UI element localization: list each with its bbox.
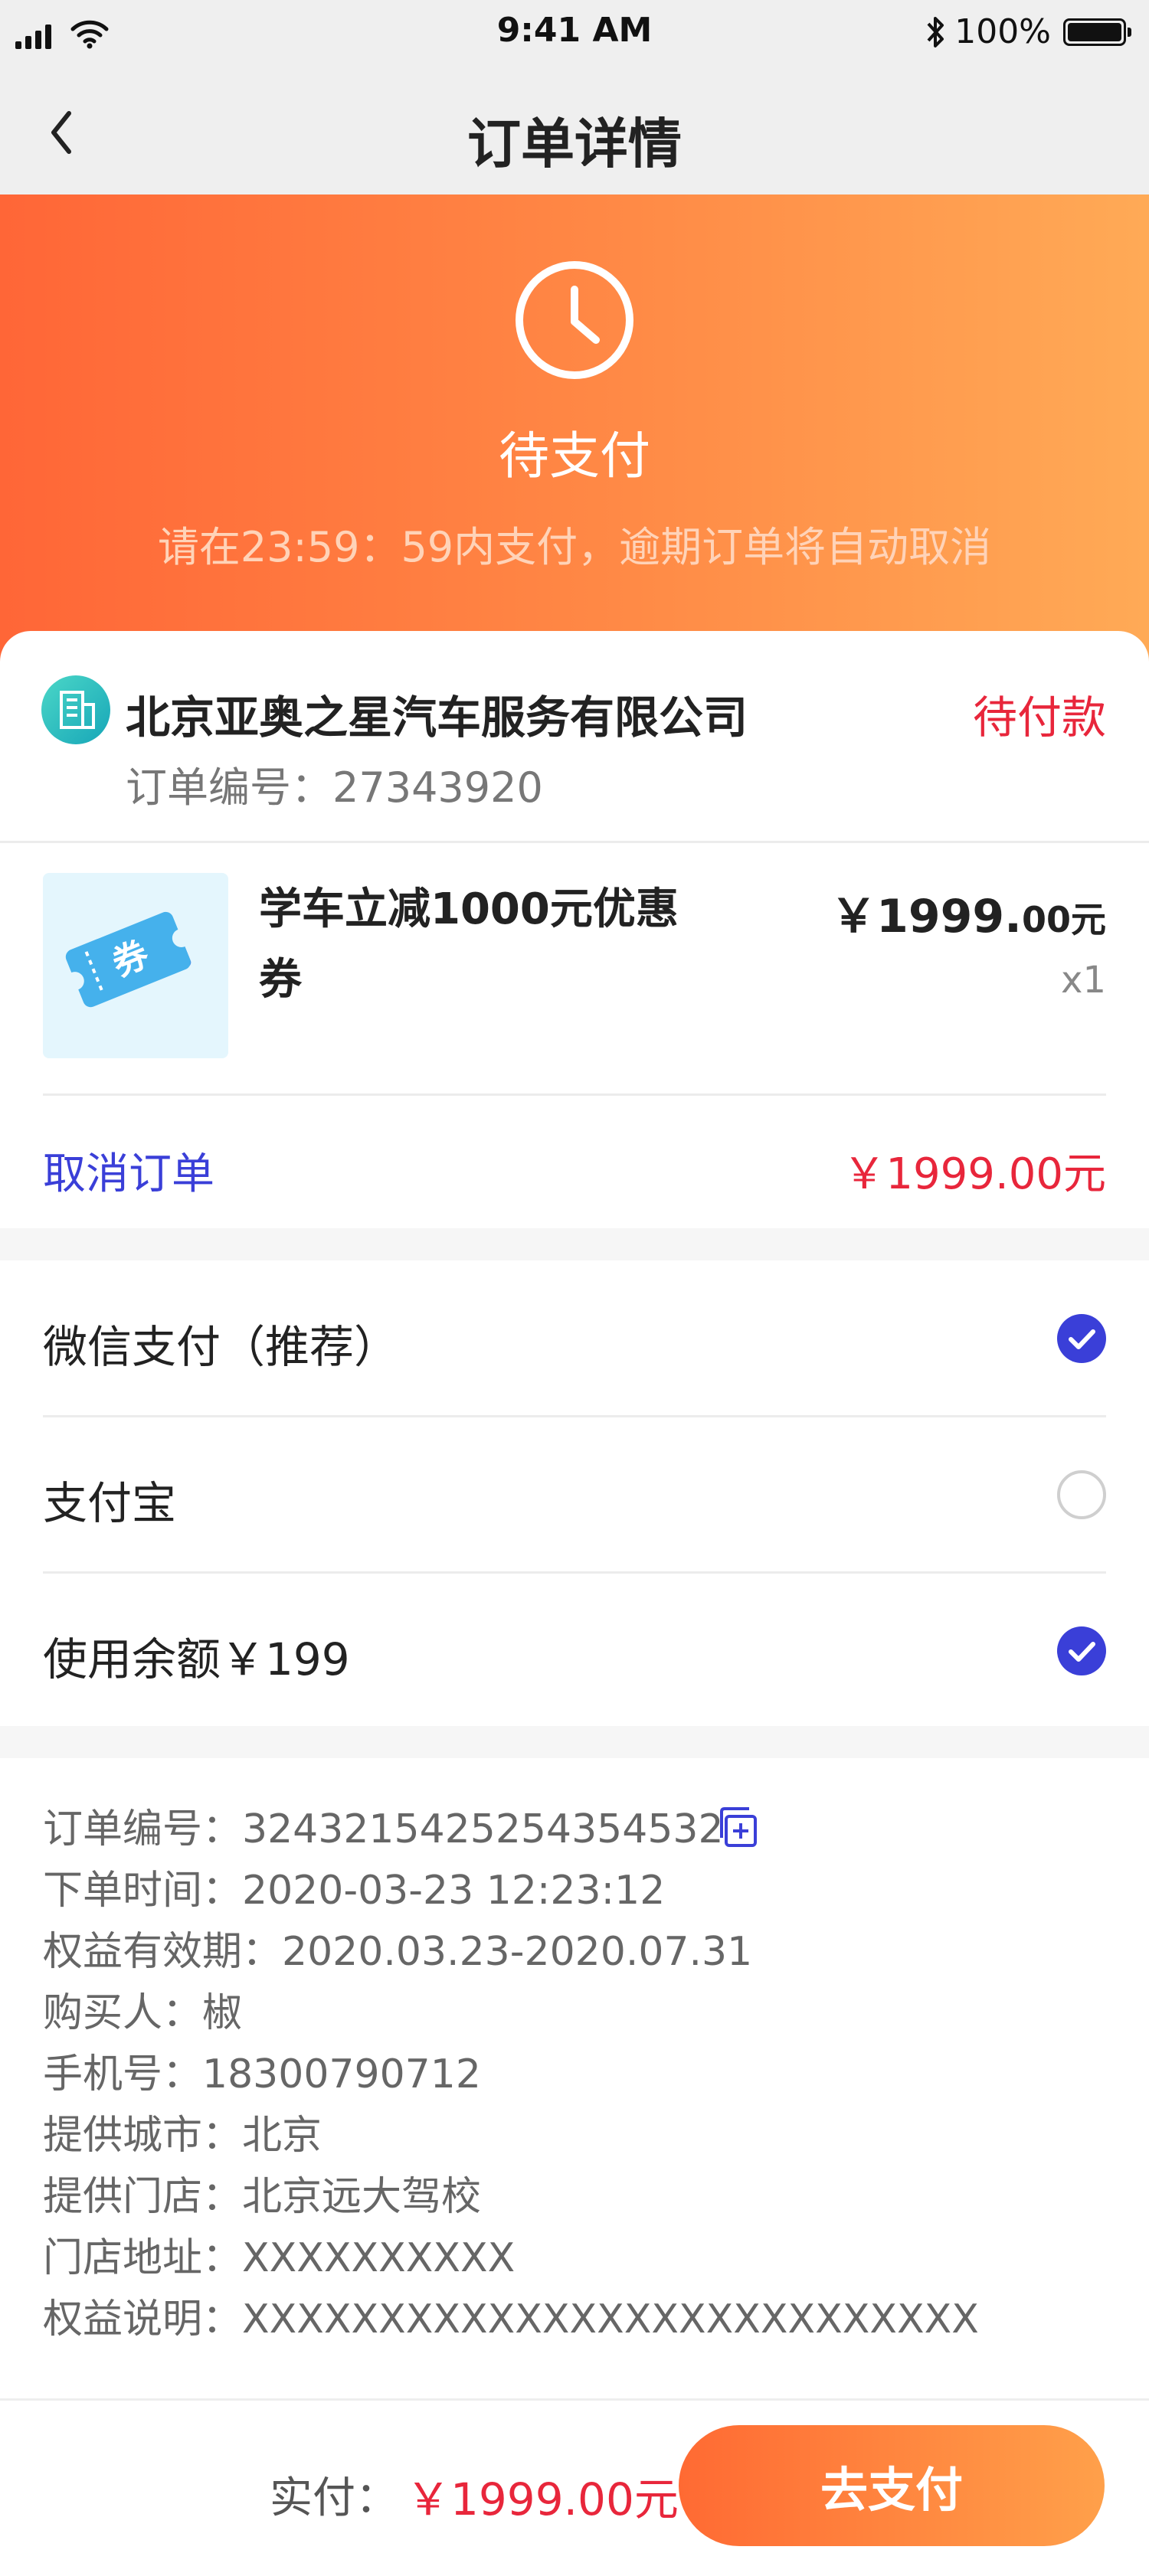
checked-circle-icon[interactable] bbox=[1057, 1626, 1106, 1675]
order-total: ￥1999.00元 bbox=[843, 1149, 1106, 1199]
status-right: 100% bbox=[925, 12, 1131, 51]
page-title: 订单详情 bbox=[467, 113, 682, 175]
order-card: 北京亚奥之星汽车服务有限公司 待付款 订单编号：27343920 券 学车立减1… bbox=[0, 631, 1149, 1228]
payment-option-label: 微信支付（推荐） bbox=[43, 1321, 399, 1373]
info-benefit-description: 权益说明：XXXXXXXXXXXXXXXXXXXXXXXXXXX bbox=[43, 2296, 979, 2342]
pay-now-button[interactable]: 去支付 bbox=[679, 2425, 1105, 2546]
divider bbox=[43, 1093, 1106, 1096]
payment-option-balance[interactable]: 使用余额￥199 bbox=[43, 1573, 1106, 1729]
info-order-time: 下单时间：2020-03-23 12:23:12 bbox=[43, 1868, 666, 1914]
checked-circle-icon[interactable] bbox=[1057, 1314, 1106, 1363]
battery-percent: 100% bbox=[954, 12, 1051, 51]
payment-option-label: 支付宝 bbox=[43, 1477, 177, 1529]
order-number: 订单编号：27343920 bbox=[126, 763, 543, 812]
info-validity: 权益有效期：2020.03.23-2020.07.31 bbox=[43, 1929, 753, 1975]
order-status-badge: 待付款 bbox=[972, 691, 1106, 744]
actual-pay-amount: ￥1999.00元 bbox=[406, 2473, 679, 2525]
payment-option-label: 使用余额￥199 bbox=[43, 1633, 350, 1685]
product-price-main: ￥1999. bbox=[830, 890, 1022, 943]
status-banner: 待支付 请在23:59：59内支付，逾期订单将自动取消 bbox=[0, 195, 1149, 669]
payment-option-wechat[interactable]: 微信支付（推荐） bbox=[43, 1260, 1106, 1417]
order-info-section: 订单编号：3243215425254354532 下单时间：2020-03-23… bbox=[0, 1758, 1149, 2401]
merchant-building-icon bbox=[41, 675, 110, 744]
product-price: ￥1999.00元 bbox=[830, 879, 1106, 946]
payment-status-title: 待支付 bbox=[499, 427, 650, 485]
payment-countdown: 请在23:59：59内支付，逾期订单将自动取消 bbox=[157, 523, 992, 571]
info-phone: 手机号：18300790712 bbox=[43, 2051, 481, 2097]
actual-pay-label: 实付： bbox=[270, 2473, 398, 2523]
clock-icon bbox=[516, 261, 633, 379]
info-store-address: 门店地址：XXXXXXXXXX bbox=[43, 2235, 516, 2281]
product-quantity: x1 bbox=[1061, 959, 1106, 1002]
info-city: 提供城市：北京 bbox=[43, 2113, 322, 2159]
payment-option-alipay[interactable]: 支付宝 bbox=[43, 1417, 1106, 1573]
product-thumbnail[interactable]: 券 bbox=[43, 873, 228, 1058]
product-price-decimal: 00元 bbox=[1021, 899, 1106, 940]
unchecked-circle-icon[interactable] bbox=[1057, 1470, 1106, 1519]
navigation-bar: 订单详情 bbox=[0, 67, 1149, 195]
order-detail-page: 9:41 AM 100% 订单详情 待支付 请在23:59：59内支付，逾期订单… bbox=[0, 0, 1149, 2576]
bluetooth-icon bbox=[927, 16, 944, 47]
info-buyer: 购买人：椒 bbox=[43, 1990, 243, 2036]
copy-icon[interactable] bbox=[715, 1804, 761, 1850]
info-order-number: 订单编号：3243215425254354532 bbox=[43, 1806, 724, 1852]
info-store: 提供门店：北京远大驾校 bbox=[43, 2174, 482, 2220]
cancel-order-link[interactable]: 取消订单 bbox=[43, 1139, 214, 1201]
merchant-name: 北京亚奥之星汽车服务有限公司 bbox=[126, 691, 748, 744]
battery-icon bbox=[1063, 18, 1131, 46]
divider bbox=[0, 841, 1149, 843]
product-title[interactable]: 学车立减1000元优惠券 bbox=[259, 874, 688, 1015]
status-bar: 9:41 AM 100% bbox=[0, 0, 1149, 67]
payment-methods: 微信支付（推荐） 支付宝 使用余额￥199 bbox=[0, 1260, 1149, 1726]
bottom-pay-bar: 实付： ￥1999.00元 去支付 bbox=[0, 2398, 1149, 2576]
